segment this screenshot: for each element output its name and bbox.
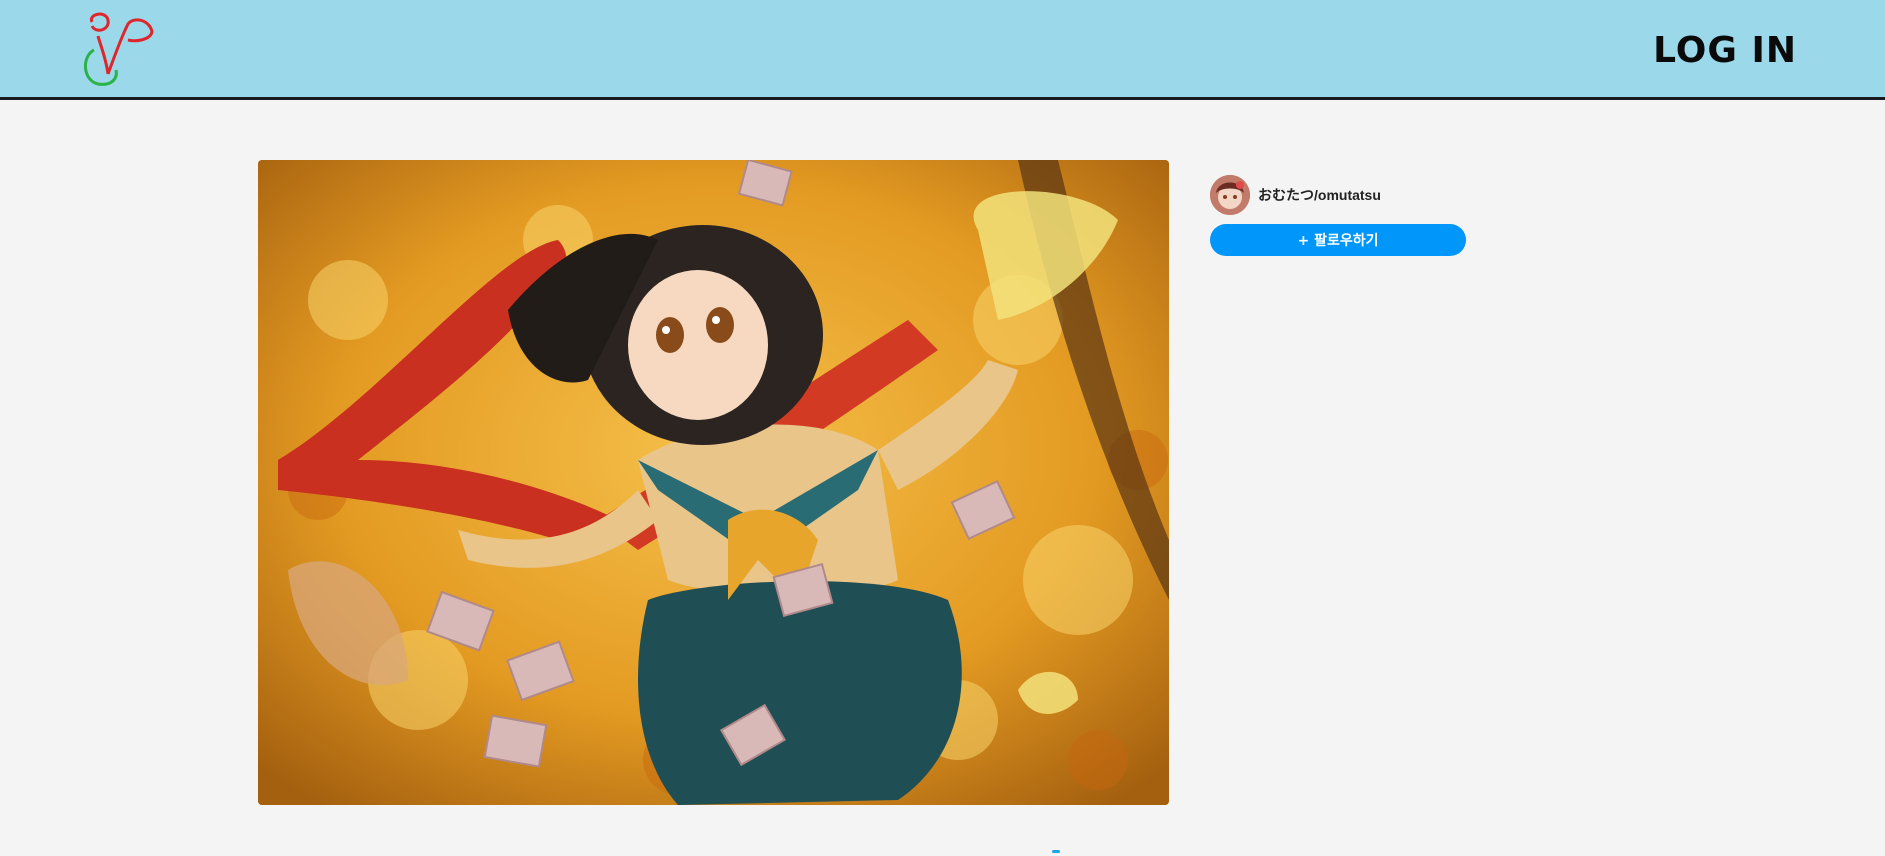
login-link[interactable]: LOG IN: [1653, 30, 1797, 71]
author-name[interactable]: おむたつ/omutatsu: [1258, 185, 1381, 205]
author-profile[interactable]: おむたつ/omutatsu: [1210, 175, 1381, 215]
follow-button[interactable]: + 팔로우하기: [1210, 224, 1466, 256]
site-logo-icon[interactable]: [78, 10, 160, 90]
author-avatar-icon[interactable]: [1210, 175, 1250, 215]
artwork-image[interactable]: [258, 160, 1169, 805]
loading-indicator: [1052, 850, 1060, 853]
top-header: LOG IN: [0, 0, 1885, 100]
